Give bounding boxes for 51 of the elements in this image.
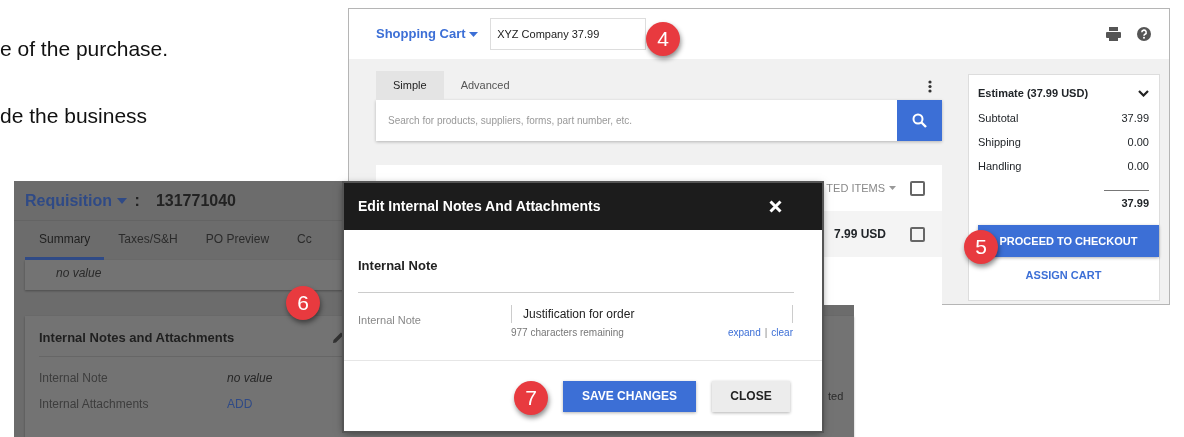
search-icon [912,113,927,128]
requisition-number: 131771040 [155,190,236,211]
estimate-label: Handling [978,158,1022,174]
caret-icon [469,32,479,38]
note-action-link[interactable]: clear [771,324,793,340]
cart-name-field[interactable]: XYZ Company 37.99 [490,18,647,50]
document-text: e of the purchase. [0,36,169,62]
chevron-down-icon[interactable] [1138,89,1149,97]
title-separator: : [134,190,140,211]
select-all-checkbox[interactable] [910,180,925,196]
partial-text: ted [828,389,844,404]
estimate-label: Subtotal [978,110,1019,126]
estimate-title: Estimate (37.99 USD) [978,86,1089,101]
estimate-total: 37.99 [1104,189,1149,211]
assign-cart-link[interactable]: ASSIGN CART [1025,269,1102,281]
search-field[interactable]: Search for products, suppliers, forms, part number, etc. [376,100,897,141]
cart-title-dropdown[interactable]: Shopping Cart [376,24,479,44]
column-sort-header[interactable]: TED ITEMS [826,179,885,197]
internal-note-field[interactable]: Justification for order [511,304,793,323]
caret-icon [116,198,127,205]
field-label: Internal Note [358,312,422,328]
item-price: 7.99 USD [833,226,886,243]
save-changes-button[interactable]: SAVE CHANGES [563,380,696,412]
link-separator: | [764,325,768,340]
summary-value: no value [56,266,102,280]
step-number-badge: 7 [514,381,548,415]
field-value: no value [227,369,273,387]
more-options-icon[interactable] [928,80,932,93]
section-title: Internal Note [358,256,794,293]
estimate-value: 0.00 [1127,134,1149,150]
printer-icon[interactable] [1106,27,1121,41]
search-button[interactable] [897,100,942,141]
characters-remaining-text: 977 characters remaining [511,325,624,340]
estimate-label: Shipping [978,134,1021,150]
step-number-badge: 5 [964,230,998,264]
section-title: Internal Notes and Attachments [39,329,235,347]
dialog-title: Edit Internal Notes And Attachments [358,197,601,216]
requisition-tab[interactable]: Cc [283,221,326,260]
item-checkbox[interactable] [910,226,925,242]
document-text: de the business [0,103,148,129]
estimate-value: 0.00 [1127,158,1149,174]
caret-icon[interactable] [889,186,896,190]
search-mode-tab[interactable]: Advanced [443,71,527,102]
close-icon[interactable] [769,200,782,213]
search-mode-tab[interactable]: Simple [376,71,444,102]
requisition-tab[interactable]: Taxes/S&H [104,221,192,260]
help-icon[interactable] [1137,27,1151,41]
estimate-value: 37.99 [1121,110,1149,126]
note-action-link[interactable]: expand [727,324,761,340]
requisition-tab[interactable]: PO Preview [191,221,284,260]
close-button[interactable]: CLOSE [712,380,790,412]
